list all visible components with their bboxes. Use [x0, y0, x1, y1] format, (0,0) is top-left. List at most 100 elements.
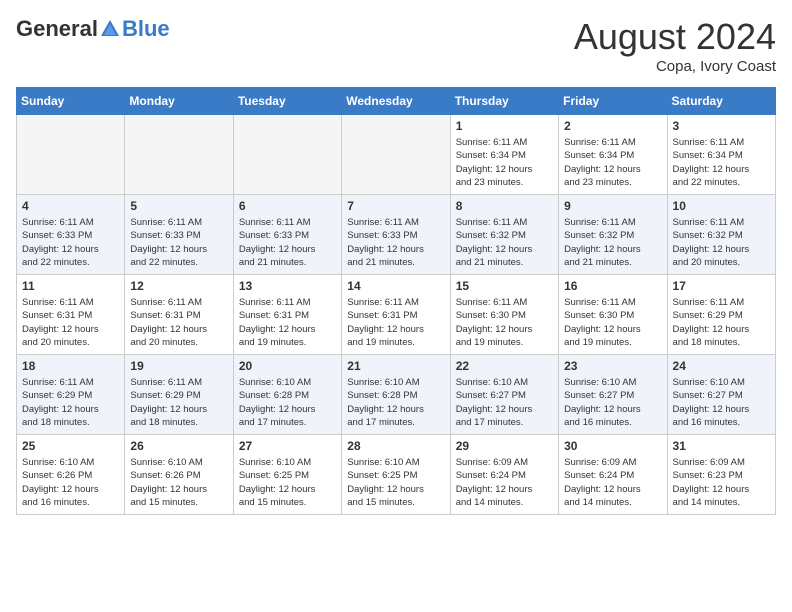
day-info: Sunrise: 6:10 AM Sunset: 6:27 PM Dayligh… — [564, 376, 661, 429]
day-info: Sunrise: 6:11 AM Sunset: 6:29 PM Dayligh… — [22, 376, 119, 429]
day-info: Sunrise: 6:09 AM Sunset: 6:24 PM Dayligh… — [564, 456, 661, 509]
day-info: Sunrise: 6:10 AM Sunset: 6:26 PM Dayligh… — [130, 456, 227, 509]
day-number: 27 — [239, 439, 336, 453]
calendar-cell: 29 Sunrise: 6:09 AM Sunset: 6:24 PM Dayli… — [450, 435, 558, 515]
day-info: Sunrise: 6:11 AM Sunset: 6:31 PM Dayligh… — [347, 296, 444, 349]
calendar-cell: 27 Sunrise: 6:10 AM Sunset: 6:25 PM Dayli… — [233, 435, 341, 515]
location-text: Copa, Ivory Coast — [574, 58, 776, 75]
weekday-header-sunday: Sunday — [17, 88, 125, 115]
day-number: 1 — [456, 119, 553, 133]
day-number: 6 — [239, 199, 336, 213]
day-number: 19 — [130, 359, 227, 373]
day-number: 17 — [673, 279, 770, 293]
week-row-2: 4 Sunrise: 6:11 AM Sunset: 6:33 PM Daylig… — [17, 195, 776, 275]
day-info: Sunrise: 6:11 AM Sunset: 6:31 PM Dayligh… — [130, 296, 227, 349]
calendar-cell: 13 Sunrise: 6:11 AM Sunset: 6:31 PM Dayli… — [233, 275, 341, 355]
day-number: 16 — [564, 279, 661, 293]
day-info: Sunrise: 6:10 AM Sunset: 6:28 PM Dayligh… — [347, 376, 444, 429]
week-row-1: 1 Sunrise: 6:11 AM Sunset: 6:34 PM Daylig… — [17, 115, 776, 195]
day-info: Sunrise: 6:11 AM Sunset: 6:32 PM Dayligh… — [456, 216, 553, 269]
day-info: Sunrise: 6:11 AM Sunset: 6:31 PM Dayligh… — [239, 296, 336, 349]
weekday-header-friday: Friday — [559, 88, 667, 115]
calendar-cell — [342, 115, 450, 195]
day-info: Sunrise: 6:11 AM Sunset: 6:31 PM Dayligh… — [22, 296, 119, 349]
calendar-cell: 25Sunrise: 6:10 AM Sunset: 6:26 PM Dayli… — [17, 435, 125, 515]
day-info: Sunrise: 6:09 AM Sunset: 6:23 PM Dayligh… — [673, 456, 770, 509]
day-info: Sunrise: 6:11 AM Sunset: 6:30 PM Dayligh… — [564, 296, 661, 349]
calendar-cell: 22 Sunrise: 6:10 AM Sunset: 6:27 PM Dayli… — [450, 355, 558, 435]
calendar-cell: 1Sunrise: 6:11 AM Sunset: 6:34 PM Daylig… — [450, 115, 558, 195]
day-info: Sunrise: 6:10 AM Sunset: 6:27 PM Dayligh… — [456, 376, 553, 429]
day-info: Sunrise: 6:10 AM Sunset: 6:27 PM Dayligh… — [673, 376, 770, 429]
calendar-cell: 15 Sunrise: 6:11 AM Sunset: 6:30 PM Dayli… — [450, 275, 558, 355]
logo: General Blue — [16, 16, 170, 42]
day-info: Sunrise: 6:11 AM Sunset: 6:33 PM Dayligh… — [347, 216, 444, 269]
calendar-cell: 21 Sunrise: 6:10 AM Sunset: 6:28 PM Dayli… — [342, 355, 450, 435]
day-number: 22 — [456, 359, 553, 373]
calendar-cell: 9 Sunrise: 6:11 AM Sunset: 6:32 PM Daylig… — [559, 195, 667, 275]
weekday-header-thursday: Thursday — [450, 88, 558, 115]
day-number: 28 — [347, 439, 444, 453]
calendar-cell: 30 Sunrise: 6:09 AM Sunset: 6:24 PM Dayli… — [559, 435, 667, 515]
day-number: 2 — [564, 119, 661, 133]
day-info: Sunrise: 6:11 AM Sunset: 6:32 PM Dayligh… — [564, 216, 661, 269]
calendar-cell: 31 Sunrise: 6:09 AM Sunset: 6:23 PM Dayli… — [667, 435, 775, 515]
day-number: 12 — [130, 279, 227, 293]
day-number: 30 — [564, 439, 661, 453]
day-info: Sunrise: 6:11 AM Sunset: 6:34 PM Dayligh… — [564, 136, 661, 189]
calendar-cell: 17 Sunrise: 6:11 AM Sunset: 6:29 PM Dayli… — [667, 275, 775, 355]
day-number: 31 — [673, 439, 770, 453]
calendar-cell — [233, 115, 341, 195]
weekday-header-wednesday: Wednesday — [342, 88, 450, 115]
day-number: 7 — [347, 199, 444, 213]
day-info: Sunrise: 6:09 AM Sunset: 6:24 PM Dayligh… — [456, 456, 553, 509]
week-row-4: 18 Sunrise: 6:11 AM Sunset: 6:29 PM Dayli… — [17, 355, 776, 435]
calendar-table: SundayMondayTuesdayWednesdayThursdayFrid… — [16, 87, 776, 515]
day-number: 5 — [130, 199, 227, 213]
logo-icon — [99, 18, 121, 40]
day-info: Sunrise: 6:10 AM Sunset: 6:28 PM Dayligh… — [239, 376, 336, 429]
day-number: 13 — [239, 279, 336, 293]
day-number: 8 — [456, 199, 553, 213]
day-info: Sunrise: 6:11 AM Sunset: 6:29 PM Dayligh… — [673, 296, 770, 349]
calendar-cell: 19 Sunrise: 6:11 AM Sunset: 6:29 PM Dayli… — [125, 355, 233, 435]
day-number: 24 — [673, 359, 770, 373]
day-info: Sunrise: 6:11 AM Sunset: 6:32 PM Dayligh… — [673, 216, 770, 269]
weekday-header-row: SundayMondayTuesdayWednesdayThursdayFrid… — [17, 88, 776, 115]
title-block: August 2024 Copa, Ivory Coast — [574, 16, 776, 75]
page-header: General Blue August 2024 Copa, Ivory Coa… — [16, 16, 776, 75]
day-number: 18 — [22, 359, 119, 373]
calendar-cell: 28 Sunrise: 6:10 AM Sunset: 6:25 PM Dayli… — [342, 435, 450, 515]
weekday-header-saturday: Saturday — [667, 88, 775, 115]
month-title: August 2024 — [574, 16, 776, 58]
day-info: Sunrise: 6:11 AM Sunset: 6:33 PM Dayligh… — [239, 216, 336, 269]
day-number: 21 — [347, 359, 444, 373]
day-number: 4 — [22, 199, 119, 213]
calendar-cell: 16 Sunrise: 6:11 AM Sunset: 6:30 PM Dayli… — [559, 275, 667, 355]
calendar-cell: 3Sunrise: 6:11 AM Sunset: 6:34 PM Daylig… — [667, 115, 775, 195]
day-number: 29 — [456, 439, 553, 453]
day-number: 9 — [564, 199, 661, 213]
day-info: Sunrise: 6:10 AM Sunset: 6:26 PM Dayligh… — [22, 456, 119, 509]
day-info: Sunrise: 6:11 AM Sunset: 6:30 PM Dayligh… — [456, 296, 553, 349]
week-row-5: 25Sunrise: 6:10 AM Sunset: 6:26 PM Dayli… — [17, 435, 776, 515]
calendar-cell: 4 Sunrise: 6:11 AM Sunset: 6:33 PM Daylig… — [17, 195, 125, 275]
calendar-cell: 26Sunrise: 6:10 AM Sunset: 6:26 PM Dayli… — [125, 435, 233, 515]
calendar-cell: 2 Sunrise: 6:11 AM Sunset: 6:34 PM Daylig… — [559, 115, 667, 195]
day-info: Sunrise: 6:10 AM Sunset: 6:25 PM Dayligh… — [347, 456, 444, 509]
day-info: Sunrise: 6:11 AM Sunset: 6:33 PM Dayligh… — [22, 216, 119, 269]
calendar-cell: 11Sunrise: 6:11 AM Sunset: 6:31 PM Dayli… — [17, 275, 125, 355]
day-number: 14 — [347, 279, 444, 293]
calendar-cell: 6 Sunrise: 6:11 AM Sunset: 6:33 PM Daylig… — [233, 195, 341, 275]
calendar-cell: 14 Sunrise: 6:11 AM Sunset: 6:31 PM Dayli… — [342, 275, 450, 355]
calendar-cell: 18 Sunrise: 6:11 AM Sunset: 6:29 PM Dayli… — [17, 355, 125, 435]
calendar-cell: 10Sunrise: 6:11 AM Sunset: 6:32 PM Dayli… — [667, 195, 775, 275]
calendar-cell: 24 Sunrise: 6:10 AM Sunset: 6:27 PM Dayli… — [667, 355, 775, 435]
calendar-cell: 20Sunrise: 6:10 AM Sunset: 6:28 PM Dayli… — [233, 355, 341, 435]
weekday-header-tuesday: Tuesday — [233, 88, 341, 115]
day-info: Sunrise: 6:11 AM Sunset: 6:33 PM Dayligh… — [130, 216, 227, 269]
day-number: 15 — [456, 279, 553, 293]
calendar-cell — [125, 115, 233, 195]
day-info: Sunrise: 6:10 AM Sunset: 6:25 PM Dayligh… — [239, 456, 336, 509]
day-info: Sunrise: 6:11 AM Sunset: 6:29 PM Dayligh… — [130, 376, 227, 429]
